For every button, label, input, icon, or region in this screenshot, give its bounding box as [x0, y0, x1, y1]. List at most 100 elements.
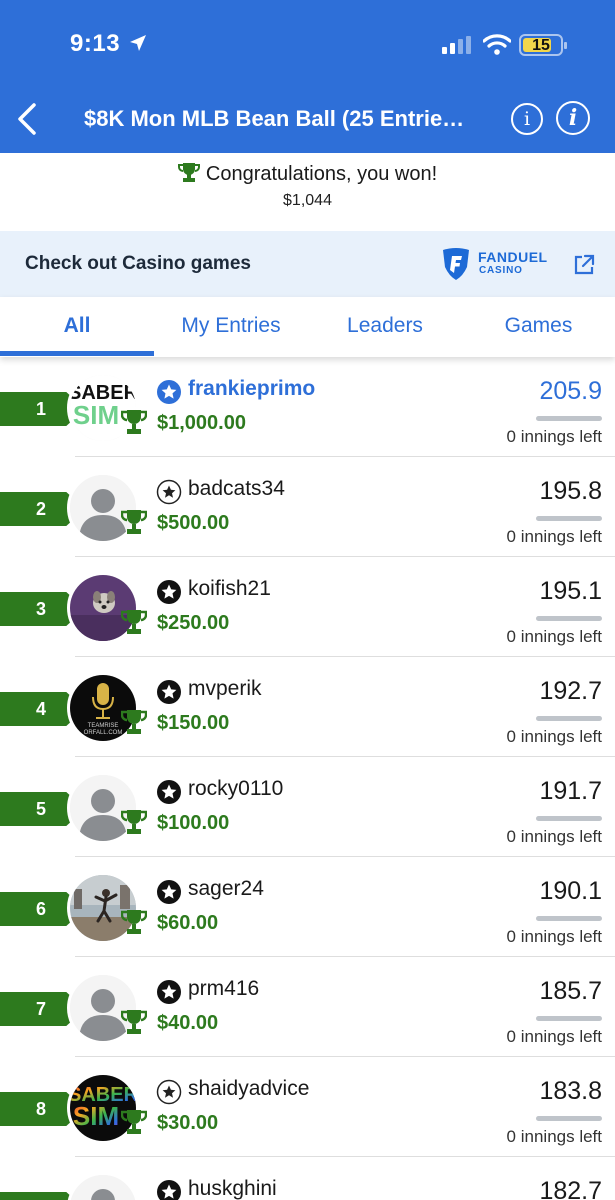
username[interactable]: badcats34	[188, 477, 285, 501]
winner-trophy-icon	[120, 908, 148, 941]
fantasy-score: 182.7	[539, 1177, 602, 1200]
trophy-icon	[177, 161, 200, 189]
fantasy-score: 195.8	[539, 477, 602, 505]
leaderboard-row[interactable]: 6 sager24 $60.00 190.1 0 innings left	[0, 857, 615, 957]
fanduel-brand-text: FANDUEL	[478, 249, 548, 265]
wifi-icon	[482, 33, 512, 60]
star-badge-icon	[156, 1079, 182, 1105]
leaderboard-list: 1 SABER SIM frankieprimo $1,000.00 205.9…	[0, 357, 615, 1200]
contest-title: $8K Mon MLB Bean Ball (25 Entrie…	[84, 106, 465, 131]
progress-bar	[536, 716, 602, 721]
winner-trophy-icon	[120, 408, 148, 441]
avatar-text: SIM	[73, 1101, 119, 1131]
cellular-signal-icon	[442, 36, 472, 59]
leaderboard-row[interactable]: 8 SABER SIM shaidyadvice $30.00 183.8 0 …	[0, 1057, 615, 1157]
winner-trophy-icon	[120, 608, 148, 641]
battery-level: 15	[532, 37, 550, 54]
leaderboard-row[interactable]: 3 koifish21 $250.00 195.1 0 innings left	[0, 557, 615, 657]
innings-remaining: 0 innings left	[506, 927, 602, 946]
fantasy-score: 205.9	[539, 377, 602, 405]
leaderboard-row[interactable]: 2 badcats34 $500.00 195.8 0 innings left	[0, 457, 615, 557]
contest-info-button[interactable]: i	[511, 103, 543, 135]
progress-bar	[536, 1116, 602, 1121]
battery-icon: 15	[519, 34, 567, 56]
tab-all[interactable]: All	[0, 314, 154, 338]
username[interactable]: shaidyadvice	[188, 1077, 309, 1101]
leaderboard-row[interactable]: 9 huskghini 182.7	[0, 1157, 615, 1200]
innings-remaining: 0 innings left	[506, 1027, 602, 1046]
fantasy-score: 192.7	[539, 677, 602, 705]
winnings-amount: $1,044	[283, 192, 332, 209]
progress-bar	[536, 1016, 602, 1021]
star-badge-icon	[156, 979, 182, 1005]
innings-remaining: 0 innings left	[506, 427, 602, 446]
username[interactable]: huskghini	[188, 1177, 277, 1200]
prize-amount: $60.00	[157, 912, 219, 934]
fantasy-score: 185.7	[539, 977, 602, 1005]
progress-bar	[536, 616, 602, 621]
username[interactable]: rocky0110	[188, 777, 283, 801]
star-badge-icon	[156, 1179, 182, 1200]
winnings-summary: Congratulations, you won! $1,044	[0, 153, 615, 231]
leaderboard-row[interactable]: 5 rocky0110 $100.00 191.7 0 innings left	[0, 757, 615, 857]
username[interactable]: prm416	[188, 977, 259, 1001]
username[interactable]: frankieprimo	[188, 377, 315, 401]
active-tab-indicator	[0, 351, 154, 356]
username[interactable]: koifish21	[188, 577, 271, 601]
username[interactable]: sager24	[188, 877, 264, 901]
avatar-text: TEAMRISE	[88, 723, 119, 729]
star-badge-icon	[156, 779, 182, 805]
username[interactable]: mvperik	[188, 677, 262, 701]
tab-my-entries[interactable]: My Entries	[154, 314, 308, 338]
default-user-icon	[70, 1175, 136, 1200]
fanduel-shield-icon	[440, 247, 472, 286]
casino-brand-text: CASINO	[479, 265, 523, 276]
avatar[interactable]	[67, 1172, 139, 1200]
prize-amount: $250.00	[157, 612, 230, 634]
back-button[interactable]	[12, 100, 42, 138]
star-badge-icon	[156, 579, 182, 605]
chevron-left-icon	[18, 103, 36, 135]
fantasy-score: 183.8	[539, 1077, 602, 1105]
prize-amount: $40.00	[157, 1012, 219, 1034]
innings-remaining: 0 innings left	[506, 527, 602, 546]
fantasy-score: 191.7	[539, 777, 602, 805]
avatar-text: ORFALL.COM	[84, 730, 123, 736]
winner-trophy-icon	[120, 508, 148, 541]
app-header: 9:13 15 $8K Mon MLB Bean Ball (25 Entrie…	[0, 0, 615, 153]
star-badge-icon	[156, 679, 182, 705]
innings-remaining: 0 innings left	[506, 1127, 602, 1146]
fantasy-score: 190.1	[539, 877, 602, 905]
prize-amount: $500.00	[157, 512, 230, 534]
tab-games[interactable]: Games	[462, 314, 615, 338]
leaderboard-row[interactable]: 4 TEAMRISE ORFALL.COM mvperik $150.00 19…	[0, 657, 615, 757]
winner-trophy-icon	[120, 1108, 148, 1141]
fantasy-score: 195.1	[539, 577, 602, 605]
leaderboard-row[interactable]: 1 SABER SIM frankieprimo $1,000.00 205.9…	[0, 357, 615, 457]
casino-promo-label: Check out Casino games	[25, 253, 251, 274]
progress-bar	[536, 816, 602, 821]
prize-amount: $30.00	[157, 1112, 219, 1134]
scoring-info-button[interactable]: i	[556, 101, 590, 135]
winner-trophy-icon	[120, 808, 148, 841]
prize-amount: $1,000.00	[157, 412, 246, 434]
winner-trophy-icon	[120, 1008, 148, 1041]
casino-promo-banner[interactable]: Check out Casino games FANDUEL CASINO	[0, 231, 615, 297]
progress-bar	[536, 916, 602, 921]
prize-amount: $100.00	[157, 812, 230, 834]
progress-bar	[536, 516, 602, 521]
innings-remaining: 0 innings left	[506, 627, 602, 646]
avatar-text: SIM	[73, 400, 119, 430]
progress-bar	[536, 416, 602, 421]
external-link-icon[interactable]	[572, 253, 596, 282]
innings-remaining: 0 innings left	[506, 727, 602, 746]
leaderboard-tabs: All My Entries Leaders Games	[0, 297, 615, 357]
congrats-message: Congratulations, you won!	[205, 163, 438, 185]
innings-remaining: 0 innings left	[506, 827, 602, 846]
tab-leaders[interactable]: Leaders	[308, 314, 462, 338]
leaderboard-row[interactable]: 7 prm416 $40.00 185.7 0 innings left	[0, 957, 615, 1057]
star-badge-icon	[156, 879, 182, 905]
star-badge-icon	[156, 379, 182, 405]
winner-trophy-icon	[120, 708, 148, 741]
location-arrow-icon	[128, 33, 148, 58]
